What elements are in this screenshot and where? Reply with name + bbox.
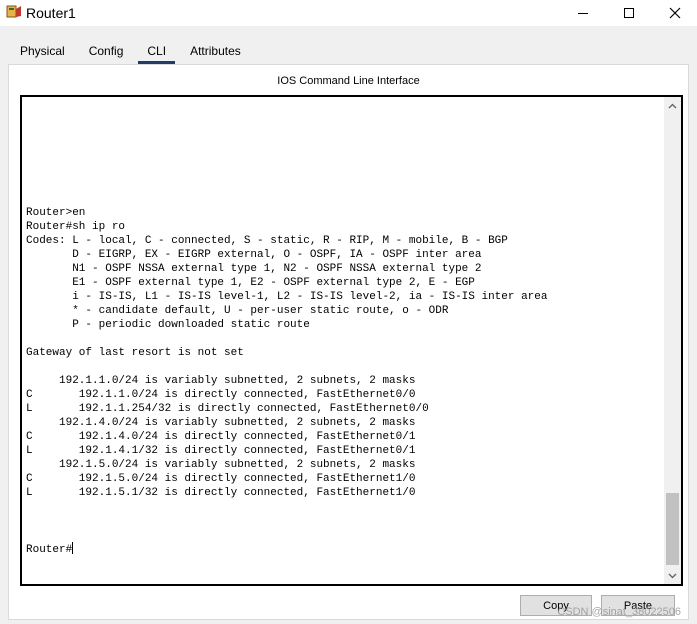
copy-button[interactable]: Copy (520, 595, 592, 616)
terminal-line: Router#sh ip ro (26, 221, 126, 233)
terminal-prompt-line[interactable]: Router# (26, 542, 548, 556)
cli-terminal[interactable]: Router>en Router#sh ip ro Codes: L - local… (20, 95, 683, 586)
close-button[interactable] (652, 0, 697, 26)
tab-attributes[interactable]: Attributes (178, 40, 253, 64)
title-bar: Router1 (0, 0, 697, 26)
scroll-up-arrow-icon[interactable] (664, 97, 681, 114)
tab-label: Config (88, 44, 124, 58)
scroll-down-arrow-icon[interactable] (664, 567, 681, 584)
router-app-icon (6, 5, 21, 18)
terminal-line: D - EIGRP, EX - EIGRP external, O - OSPF… (26, 249, 482, 261)
device-window: Physical Config CLI Attributes IOS Comma… (0, 26, 697, 624)
terminal-line: 192.1.5.0/24 is variably subnetted, 2 su… (26, 459, 416, 471)
cli-panel: IOS Command Line Interface Router>en Rout… (8, 64, 689, 620)
maximize-button[interactable] (606, 0, 652, 26)
terminal-line: Codes: L - local, C - connected, S - sta… (26, 235, 508, 247)
terminal-prompt: Router# (26, 544, 73, 556)
terminal-line: L 192.1.4.1/32 is directly connected, Fa… (26, 445, 416, 457)
window-title: Router1 (26, 5, 76, 21)
terminal-line: C 192.1.5.0/24 is directly connected, Fa… (26, 473, 416, 485)
minimize-icon (578, 12, 588, 14)
terminal-line: Router>en (26, 207, 86, 219)
tab-label: CLI (147, 44, 167, 58)
terminal-line: 192.1.4.0/24 is variably subnetted, 2 su… (26, 417, 416, 429)
terminal-line: 192.1.1.0/24 is variably subnetted, 2 su… (26, 375, 416, 387)
terminal-line: N1 - OSPF NSSA external type 1, N2 - OSP… (26, 263, 482, 275)
tab-label: Attributes (190, 44, 241, 58)
terminal-line: C 192.1.4.0/24 is directly connected, Fa… (26, 431, 416, 443)
tab-config[interactable]: Config (77, 40, 136, 64)
terminal-line: C 192.1.1.0/24 is directly connected, Fa… (26, 389, 416, 401)
vertical-scrollbar[interactable] (664, 97, 681, 584)
scroll-thumb[interactable] (666, 493, 679, 565)
terminal-line: E1 - OSPF external type 1, E2 - OSPF ext… (26, 277, 475, 289)
tab-label: Physical (20, 44, 65, 58)
text-cursor (72, 542, 74, 554)
tab-cli[interactable]: CLI (135, 40, 178, 64)
terminal-line: L 192.1.5.1/32 is directly connected, Fa… (26, 487, 416, 499)
terminal-output: Router>en Router#sh ip ro Codes: L - local… (26, 178, 548, 584)
terminal-line: i - IS-IS, L1 - IS-IS level-1, L2 - IS-I… (26, 291, 548, 303)
maximize-icon (624, 8, 634, 18)
tab-bar: Physical Config CLI Attributes (8, 40, 253, 64)
panel-title: IOS Command Line Interface (277, 75, 420, 87)
terminal-line: L 192.1.1.254/32 is directly connected, … (26, 403, 429, 415)
terminal-line: * - candidate default, U - per-user stat… (26, 305, 449, 317)
close-icon (669, 7, 681, 19)
minimize-button[interactable] (560, 0, 606, 26)
terminal-line: P - periodic downloaded static route (26, 319, 310, 331)
paste-button[interactable]: Paste (601, 595, 675, 616)
terminal-line: Gateway of last resort is not set (26, 347, 244, 359)
tab-physical[interactable]: Physical (8, 40, 77, 64)
